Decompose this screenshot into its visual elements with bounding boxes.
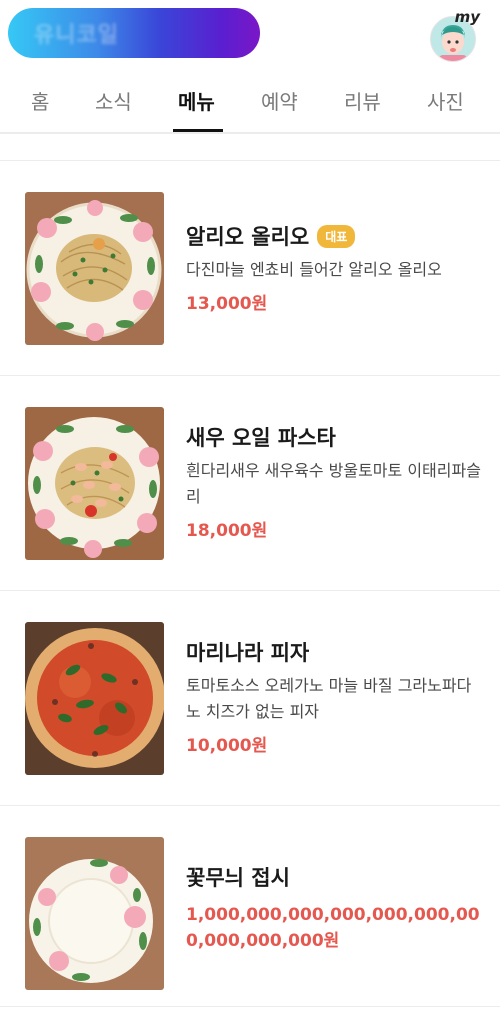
active-tab-indicator bbox=[173, 129, 223, 132]
tab-news[interactable]: 소식 bbox=[95, 86, 132, 115]
menu-item[interactable]: 꽃무늬 접시 1,000,000,000,000,000,000,000,000… bbox=[0, 806, 500, 1006]
menu-item-photo bbox=[25, 192, 164, 345]
menu-item[interactable]: 알리오 올리오 대표 다진마늘 엔쵸비 들어간 알리오 올리오 13,000원 bbox=[0, 161, 500, 375]
brand-banner[interactable]: 유니코일 bbox=[8, 8, 260, 58]
tab-menu[interactable]: 메뉴 bbox=[178, 86, 215, 115]
menu-item-price: 1,000,000,000,000,000,000,000,000,000,00… bbox=[186, 905, 480, 951]
signature-badge: 대표 bbox=[317, 225, 356, 248]
menu-item-name: 마리나라 피자 bbox=[186, 641, 310, 665]
menu-item[interactable]: 새우 오일 파스타 흰다리새우 새우육수 방울토마토 이태리파슬리 18,000… bbox=[0, 376, 500, 590]
my-label: my bbox=[454, 8, 480, 26]
menu-item-description: 토마토소스 오레가노 마늘 바질 그라노파다노 치즈가 없는 피자 bbox=[186, 676, 472, 721]
menu-item-name-text: 알리오 올리오 bbox=[186, 225, 310, 249]
my-page-button[interactable]: my bbox=[426, 8, 482, 64]
menu-item-price: 18,000원 bbox=[186, 521, 268, 541]
menu-item-photo bbox=[25, 837, 164, 990]
brand-name: 유니코일 bbox=[34, 23, 119, 48]
divider bbox=[0, 1006, 500, 1007]
menu-item-photo bbox=[25, 622, 164, 775]
menu-item-price: 10,000원 bbox=[186, 736, 268, 756]
menu-item-name: 꽃무늬 접시 bbox=[186, 866, 290, 890]
menu-item[interactable]: 마리나라 피자 토마토소스 오레가노 마늘 바질 그라노파다노 치즈가 없는 피… bbox=[0, 591, 500, 805]
app-header: 유니코일 my bbox=[0, 0, 500, 66]
menu-item-price: 13,000원 bbox=[186, 294, 268, 314]
tab-bar: 홈 소식 메뉴 예약 리뷰 사진 bbox=[0, 66, 500, 134]
tab-home[interactable]: 홈 bbox=[31, 86, 49, 115]
menu-item-photo bbox=[25, 407, 164, 560]
tab-reservation[interactable]: 예약 bbox=[261, 86, 298, 115]
menu-item-description: 다진마늘 엔쵸비 들어간 알리오 올리오 bbox=[186, 260, 442, 279]
tab-photos[interactable]: 사진 bbox=[427, 86, 464, 115]
menu-item-description: 흰다리새우 새우육수 방울토마토 이태리파슬리 bbox=[186, 461, 481, 506]
tab-review[interactable]: 리뷰 bbox=[344, 86, 381, 115]
menu-item-name: 알리오 올리오 대표 bbox=[186, 221, 356, 251]
menu-item-name: 새우 오일 파스타 bbox=[186, 426, 336, 450]
